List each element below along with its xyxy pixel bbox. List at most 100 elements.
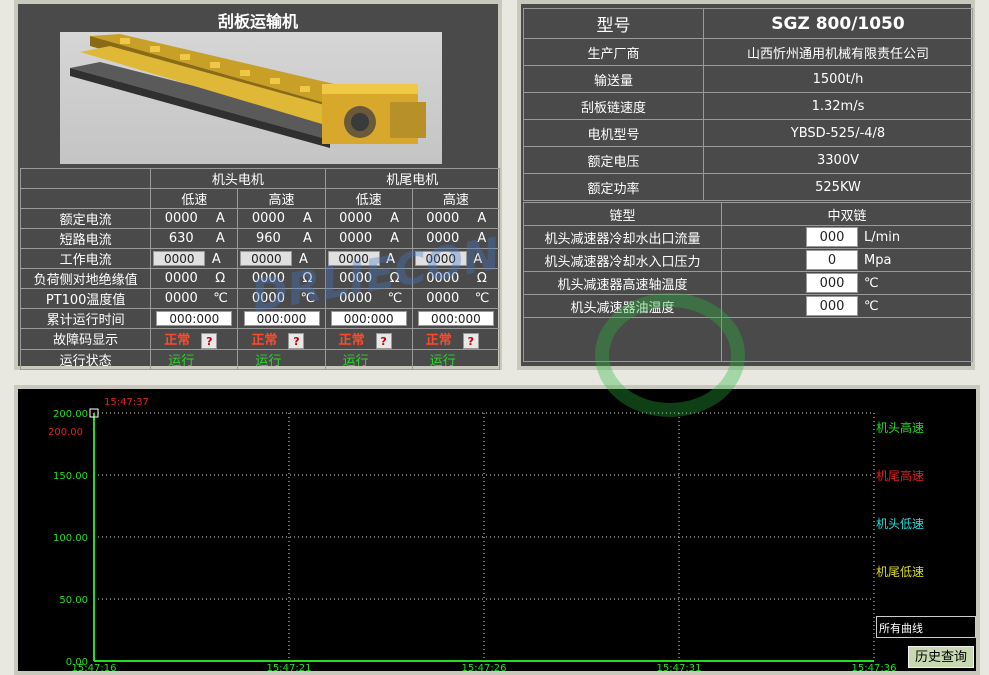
fault-help-button[interactable]: ? [375, 332, 392, 349]
spec-key: 输送量 [523, 65, 704, 93]
status-tail-low: 运行 [342, 353, 369, 369]
fault-tail-low: 正常 [338, 333, 365, 348]
sensor-label: 机头减速器冷却水出口流量 [523, 225, 722, 249]
shaft-temp-value: 000 [806, 273, 858, 293]
chain-type-label: 链型 [523, 202, 722, 226]
row-fault-code: 故障码显示 正常? 正常? 正常? 正常? [19, 328, 501, 350]
fault-head-high: 正常 [251, 333, 278, 348]
unit: A [390, 211, 400, 226]
spec-key: 刮板链速度 [523, 92, 704, 120]
row-run-status: 运行状态 运行 运行 运行 运行 [19, 348, 501, 370]
col-head-low: 低速 [150, 188, 239, 209]
short-current-head-high: 960 [256, 231, 281, 246]
row-label: 累计运行时间 [19, 308, 152, 329]
unit: ℃ [387, 291, 403, 306]
row-short-current: 短路电流 630 A 960 A 0000 A 0000 A [19, 228, 501, 249]
unit: A [302, 231, 312, 246]
pt100-tail-high: 0000 [426, 291, 460, 306]
conveyor-image [60, 32, 442, 164]
legend-tail-low[interactable]: 机尾低速 [876, 563, 924, 580]
coolant-flow-value: 000 [806, 227, 858, 247]
runtime-tail-low: 000:000 [330, 310, 407, 326]
col-head-high: 高速 [237, 188, 326, 209]
y-top-label: 200.00 [48, 427, 83, 438]
y-tick-label: 100.00 [53, 533, 88, 544]
model-label: 型号 [523, 8, 704, 39]
working-current-head-low: 0000 [153, 250, 206, 266]
spec-key: 生产厂商 [523, 38, 704, 66]
insulation-head-low: 0000 [164, 271, 198, 286]
col-tail-high: 高速 [411, 188, 501, 209]
row-label: 工作电流 [19, 248, 152, 269]
insulation-tail-high: 0000 [426, 271, 460, 286]
spec-key: 额定电压 [523, 146, 704, 174]
legend-head-low[interactable]: 机头低速 [876, 515, 924, 532]
status-head-low: 运行 [168, 353, 195, 369]
legend-tail-high[interactable]: 机尾高速 [876, 467, 924, 484]
row-label: 额定电流 [19, 208, 152, 229]
insulation-head-high: 0000 [251, 271, 285, 286]
oil-temp-value: 000 [806, 296, 858, 316]
fault-help-button[interactable]: ? [288, 332, 305, 349]
row-rated-current: 额定电流 0000 A 0000 A 0000 A 0000 A [19, 208, 501, 229]
status-head-high: 运行 [255, 353, 282, 369]
unit: Ω [215, 271, 226, 286]
row-working-current: 工作电流 0000 A 0000 A 0000 A 0000 A [19, 248, 501, 269]
unit: ℃ [213, 291, 228, 306]
col-tail-low: 低速 [324, 188, 413, 209]
rated-current-tail-high: 0000 [426, 211, 460, 226]
unit: A [390, 231, 400, 246]
pt100-tail-low: 0000 [339, 291, 373, 306]
conveyor-title: 刮板运输机 [217, 12, 298, 31]
curve-select[interactable]: 所有曲线 [876, 616, 976, 638]
unit: A [386, 251, 396, 267]
unit: ℃ [864, 276, 879, 291]
trend-chart-panel: 200.00 150.00 100.00 50.00 0.00 15:47:16 15:4… [14, 385, 980, 675]
motor-model-value: YBSD-525/-4/8 [703, 119, 973, 147]
chain-speed-value: 1.32m/s [703, 92, 973, 120]
unit: A [302, 211, 312, 226]
unit: Ω [476, 271, 487, 286]
status-tail-high: 运行 [429, 353, 456, 369]
spec-table: 型号 SGZ 800/1050 生产厂商 山西忻州通用机械有限责任公司 输送量 15… [523, 8, 973, 201]
legend-head-high[interactable]: 机头高速 [876, 419, 924, 436]
model-value: SGZ 800/1050 [703, 8, 973, 39]
unit: A [211, 251, 221, 267]
watermark-ring [595, 293, 745, 417]
chart-timestamp: 15:47:37 [104, 397, 149, 408]
unit: ℃ [474, 291, 490, 306]
unit: A [298, 251, 308, 267]
working-current-tail-high: 0000 [414, 250, 467, 266]
corner-cell [19, 168, 152, 189]
runtime-head-low: 000:000 [156, 310, 233, 326]
spec-key: 额定功率 [523, 173, 704, 201]
pt100-head-high: 0000 [251, 291, 285, 306]
fault-help-button[interactable]: ? [462, 332, 479, 349]
rated-current-head-high: 0000 [251, 211, 285, 226]
corner-cell [19, 188, 152, 209]
unit: Ω [302, 271, 313, 286]
unit: A [477, 231, 487, 246]
working-current-tail-low: 0000 [327, 250, 380, 266]
trend-chart: 200.00150.00100.0050.000.00 15:47:16 15:4… [18, 389, 976, 671]
rated-current-tail-low: 0000 [339, 211, 373, 226]
row-label: 故障码显示 [19, 328, 152, 350]
row-label: 负荷侧对地绝缘值 [19, 268, 152, 289]
rated-power-value: 525KW [703, 173, 973, 201]
fault-help-button[interactable]: ? [201, 332, 218, 349]
history-query-button[interactable]: 历史查询 [908, 646, 974, 668]
unit: L/min [864, 230, 901, 245]
working-current-head-high: 0000 [240, 250, 293, 266]
row-runtime: 累计运行时间 000:000 000:000 000:000 000:000 [19, 308, 501, 329]
fault-head-low: 正常 [164, 333, 191, 348]
runtime-tail-high: 000:000 [417, 310, 494, 326]
short-current-tail-low: 0000 [339, 231, 373, 246]
unit: A [215, 231, 225, 246]
y-tick-label: 200.00 [53, 409, 88, 420]
spec-key: 电机型号 [523, 119, 704, 147]
empty-cell [721, 317, 973, 362]
capacity-value: 1500t/h [703, 65, 973, 93]
row-label: 短路电流 [19, 228, 152, 249]
unit: A [473, 251, 483, 267]
motor-data-table: 机头电机 机尾电机 低速 高速 低速 高速 额定电流 0000 A 0000 A 0… [19, 168, 501, 370]
